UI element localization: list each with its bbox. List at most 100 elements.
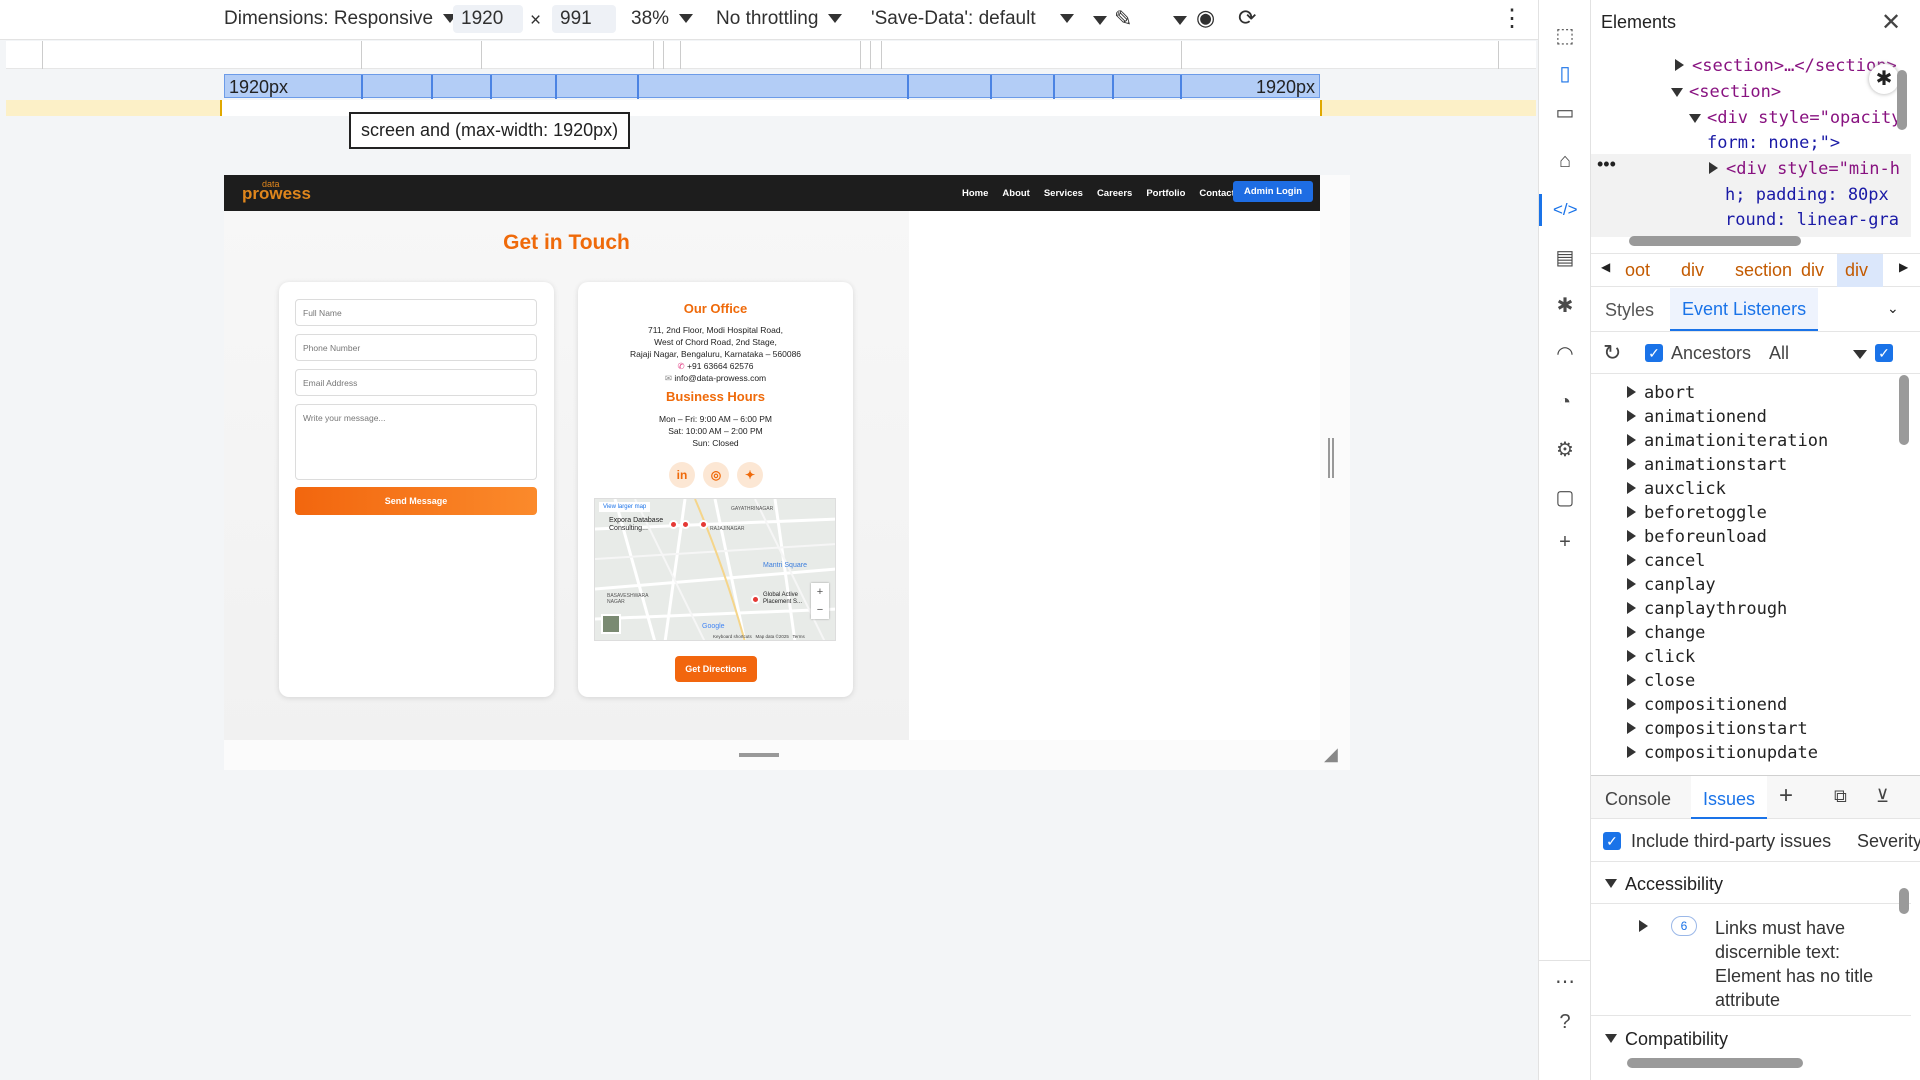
device-toggle-icon[interactable]: ▯: [1553, 62, 1577, 86]
tab-styles[interactable]: Styles: [1605, 300, 1654, 321]
scrollbar[interactable]: [1899, 375, 1909, 445]
event-listener-item[interactable]: compositionupdate: [1627, 743, 1818, 763]
chevron-down-icon[interactable]: [1853, 350, 1867, 359]
nav-home[interactable]: Home: [962, 188, 988, 199]
more-icon[interactable]: •••: [1597, 154, 1616, 175]
refresh-icon[interactable]: ↻: [1603, 340, 1621, 366]
scrollbar[interactable]: [1899, 888, 1909, 914]
message-textarea[interactable]: Write your message...: [295, 404, 537, 480]
zoom-dropdown[interactable]: 38%: [631, 8, 694, 30]
satellite-toggle[interactable]: [601, 614, 621, 634]
memory-icon[interactable]: ⚙: [1553, 438, 1577, 462]
breadcrumb-item[interactable]: oot: [1625, 260, 1650, 281]
event-listener-item[interactable]: beforetoggle: [1627, 503, 1767, 523]
map-zoom-in-button[interactable]: +: [811, 583, 829, 601]
elements-icon[interactable]: </>: [1553, 198, 1578, 222]
event-listener-item[interactable]: beforeunload: [1627, 527, 1767, 547]
nav-contact[interactable]: Contact: [1199, 188, 1234, 199]
event-listener-item[interactable]: compositionstart: [1627, 719, 1808, 739]
event-listener-item[interactable]: animationend: [1627, 407, 1767, 427]
event-listener-item[interactable]: compositionend: [1627, 695, 1787, 715]
office-phone[interactable]: +91 63664 62576: [687, 361, 753, 371]
more-options-icon[interactable]: ⋮: [1500, 4, 1524, 33]
home-icon[interactable]: ⌂: [1553, 149, 1577, 173]
map-pin-icon[interactable]: [681, 520, 690, 529]
download-icon[interactable]: ⊻: [1876, 786, 1889, 807]
event-listener-item[interactable]: auxclick: [1627, 479, 1726, 499]
nav-careers[interactable]: Careers: [1097, 188, 1132, 199]
third-party-checkbox[interactable]: ✓: [1603, 832, 1621, 850]
scrollbar[interactable]: [1627, 1058, 1803, 1068]
bug-icon[interactable]: ✱: [1553, 294, 1577, 318]
issue-item[interactable]: 6 Links must have discernible text: Elem…: [1591, 904, 1911, 1016]
listener-filter-select[interactable]: All: [1769, 343, 1789, 364]
view-larger-map-link[interactable]: View larger map: [599, 502, 651, 512]
throttling-dropdown[interactable]: No throttling: [716, 8, 843, 30]
add-tab-icon[interactable]: +: [1779, 782, 1793, 810]
resize-handle-right[interactable]: [1328, 438, 1334, 478]
event-listener-item[interactable]: cancel: [1627, 551, 1705, 571]
performance-icon[interactable]: ◔: [1553, 390, 1577, 414]
twitter-icon[interactable]: ✦: [737, 462, 763, 488]
chevron-left-icon[interactable]: ◀: [1601, 260, 1610, 274]
eyedropper-icon[interactable]: ✎: [1114, 6, 1132, 32]
google-map[interactable]: View larger map Expora Database Consulti…: [594, 498, 836, 641]
event-listener-item[interactable]: canplaythrough: [1627, 599, 1787, 619]
tab-issues[interactable]: Issues: [1691, 776, 1768, 819]
scrollbar[interactable]: [1897, 70, 1907, 130]
save-data-dropdown[interactable]: 'Save-Data': default: [871, 8, 1074, 30]
vision-deficiency-icon[interactable]: ◉: [1196, 5, 1215, 31]
map-pin-icon[interactable]: [751, 595, 760, 604]
nav-services[interactable]: Services: [1044, 188, 1083, 199]
dom-node[interactable]: <section>…</section>: [1675, 56, 1897, 76]
get-directions-button[interactable]: Get Directions: [675, 656, 757, 682]
wifi-icon[interactable]: ◠: [1553, 342, 1577, 366]
tab-console[interactable]: Console: [1605, 789, 1671, 810]
event-listener-item[interactable]: click: [1627, 647, 1695, 667]
chevron-down-icon[interactable]: ⌄: [1887, 300, 1899, 317]
full-name-input[interactable]: Full Name: [295, 299, 537, 326]
event-listener-item[interactable]: animationiteration: [1627, 431, 1828, 451]
accessibility-icon[interactable]: ✱: [1869, 64, 1899, 94]
accessibility-group[interactable]: Accessibility: [1591, 864, 1911, 904]
linkedin-icon[interactable]: in: [669, 462, 695, 488]
dom-node[interactable]: <div style="opacity: [1689, 108, 1901, 128]
map-pin-icon[interactable]: [669, 520, 678, 529]
rotate-icon[interactable]: ⟳: [1238, 5, 1256, 31]
breadcrumb-item[interactable]: section: [1735, 260, 1792, 281]
breadcrumb-item-selected[interactable]: div: [1837, 254, 1883, 287]
dock-icon[interactable]: ⧉: [1834, 786, 1847, 807]
width-input[interactable]: 1920: [453, 5, 523, 33]
dom-node-selected[interactable]: <div style="min-h: [1709, 159, 1900, 179]
resize-handle-bottom[interactable]: [739, 753, 779, 757]
map-pin-icon[interactable]: [699, 520, 708, 529]
media-query-bar[interactable]: 1920px 1920px: [224, 74, 1320, 99]
event-listener-item[interactable]: abort: [1627, 383, 1695, 403]
event-listener-item[interactable]: animationstart: [1627, 455, 1787, 475]
ancestors-checkbox[interactable]: ✓: [1645, 344, 1663, 362]
close-icon[interactable]: ✕: [1881, 8, 1901, 37]
chevron-right-icon[interactable]: ▶: [1899, 260, 1908, 274]
event-listener-item[interactable]: change: [1627, 623, 1705, 643]
window-icon[interactable]: ▭: [1553, 101, 1577, 125]
add-panel-icon[interactable]: +: [1553, 530, 1577, 554]
height-input[interactable]: 991: [552, 5, 616, 33]
scrollbar[interactable]: [1629, 236, 1801, 246]
event-listener-item[interactable]: close: [1627, 671, 1695, 691]
help-icon[interactable]: ?: [1553, 1010, 1577, 1034]
dom-node[interactable]: <section>: [1671, 82, 1781, 102]
email-input[interactable]: Email Address: [295, 369, 537, 396]
event-listener-item[interactable]: contextmenu: [1627, 767, 1757, 770]
inspect-icon[interactable]: ⬚: [1553, 24, 1577, 48]
nav-about[interactable]: About: [1002, 188, 1029, 199]
site-logo[interactable]: data prowess: [234, 179, 311, 202]
more-icon[interactable]: ⋯: [1553, 970, 1577, 994]
event-listener-item[interactable]: canplay: [1627, 575, 1716, 595]
tab-event-listeners[interactable]: Event Listeners: [1670, 288, 1819, 331]
framework-listeners-checkbox[interactable]: ✓: [1875, 344, 1893, 362]
dimensions-dropdown[interactable]: Dimensions: Responsive: [224, 8, 458, 30]
breadcrumb-item[interactable]: div: [1801, 260, 1824, 281]
application-icon[interactable]: ▢: [1553, 486, 1577, 510]
office-email[interactable]: info@data-prowess.com: [674, 373, 766, 383]
console-icon[interactable]: ▤: [1553, 246, 1577, 270]
